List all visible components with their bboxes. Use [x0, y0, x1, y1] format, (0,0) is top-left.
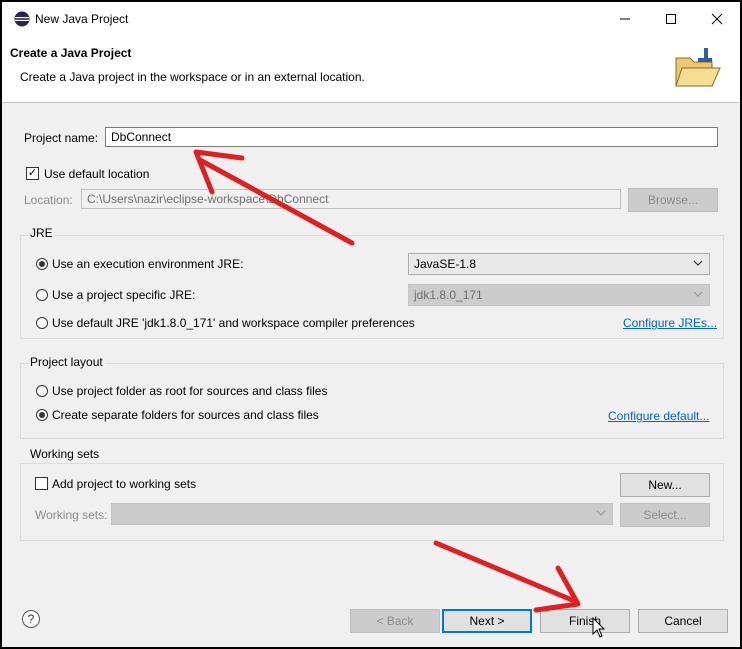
working-sets-select[interactable]	[111, 503, 613, 525]
jre-group-title: JRE	[28, 226, 55, 240]
working-sets-label: Working sets:	[35, 508, 108, 522]
radio-execution-environment[interactable]	[36, 258, 48, 270]
wizard-body: Project name: DbConnect ✓ Use default lo…	[2, 103, 740, 647]
chevron-down-icon	[693, 260, 703, 266]
help-icon[interactable]: ?	[22, 610, 40, 628]
use-default-location-checkbox[interactable]: ✓	[26, 167, 39, 180]
project-layout-group	[20, 363, 724, 439]
use-default-location-label: Use default location	[44, 167, 150, 181]
project-folder-root-label: Use project folder as root for sources a…	[52, 384, 328, 398]
radio-project-folder-root[interactable]	[36, 385, 48, 397]
finish-button[interactable]: Finish	[540, 609, 630, 633]
configure-default-link[interactable]: Configure default...	[608, 409, 709, 423]
radio-separate-folders[interactable]	[36, 409, 48, 421]
close-icon	[711, 13, 723, 25]
working-sets-group-title: Working sets	[28, 447, 102, 461]
page-title: Create a Java Project	[10, 46, 132, 60]
minimize-icon	[620, 18, 630, 20]
location-label: Location:	[24, 193, 73, 207]
project-specific-jre-select[interactable]: jdk1.8.0_171	[408, 284, 710, 306]
eclipse-icon	[14, 11, 30, 27]
add-to-working-sets-checkbox[interactable]	[35, 477, 48, 490]
next-button[interactable]: Next >	[442, 609, 532, 633]
select-working-sets-button[interactable]: Select...	[620, 503, 710, 527]
chevron-down-icon	[693, 291, 703, 297]
cancel-button[interactable]: Cancel	[638, 609, 728, 633]
maximize-icon	[666, 14, 676, 24]
separate-folders-label: Create separate folders for sources and …	[52, 408, 319, 422]
execution-environment-value: JavaSE-1.8	[414, 257, 477, 271]
default-jre-label: Use default JRE 'jdk1.8.0_171' and works…	[52, 316, 415, 330]
project-name-label: Project name:	[24, 131, 99, 145]
minimize-button[interactable]	[602, 2, 648, 36]
radio-default-jre[interactable]	[36, 317, 48, 329]
maximize-button[interactable]	[648, 2, 694, 36]
project-specific-jre-value: jdk1.8.0_171	[414, 288, 483, 302]
page-description: Create a Java project in the workspace o…	[20, 70, 365, 84]
project-name-input[interactable]: DbConnect	[105, 127, 718, 147]
window-title: New Java Project	[35, 12, 129, 26]
add-to-working-sets-label: Add project to working sets	[52, 477, 197, 491]
title-bar: New Java Project	[2, 2, 740, 36]
configure-jres-link[interactable]: Configure JREs...	[623, 316, 717, 330]
new-working-set-button[interactable]: New...	[620, 473, 710, 497]
execution-environment-select[interactable]: JavaSE-1.8	[408, 253, 710, 275]
working-sets-group	[20, 463, 724, 541]
new-java-project-folder-icon	[675, 48, 721, 87]
chevron-down-icon	[596, 510, 606, 516]
close-button[interactable]	[694, 2, 740, 36]
browse-button[interactable]: Browse...	[628, 188, 718, 212]
back-button[interactable]: < Back	[350, 609, 440, 633]
location-input[interactable]: C:\Users\nazir\eclipse-workspace\DbConne…	[81, 189, 621, 209]
mouse-cursor-icon	[592, 617, 606, 638]
project-layout-group-title: Project layout	[28, 355, 105, 369]
radio-project-specific-jre[interactable]	[36, 289, 48, 301]
project-specific-jre-label: Use a project specific JRE:	[52, 288, 196, 302]
dialog-window: New Java Project Create a Java Project C…	[0, 0, 742, 649]
wizard-header: Create a Java Project Create a Java proj…	[2, 36, 740, 103]
execution-environment-label: Use an execution environment JRE:	[52, 257, 244, 271]
